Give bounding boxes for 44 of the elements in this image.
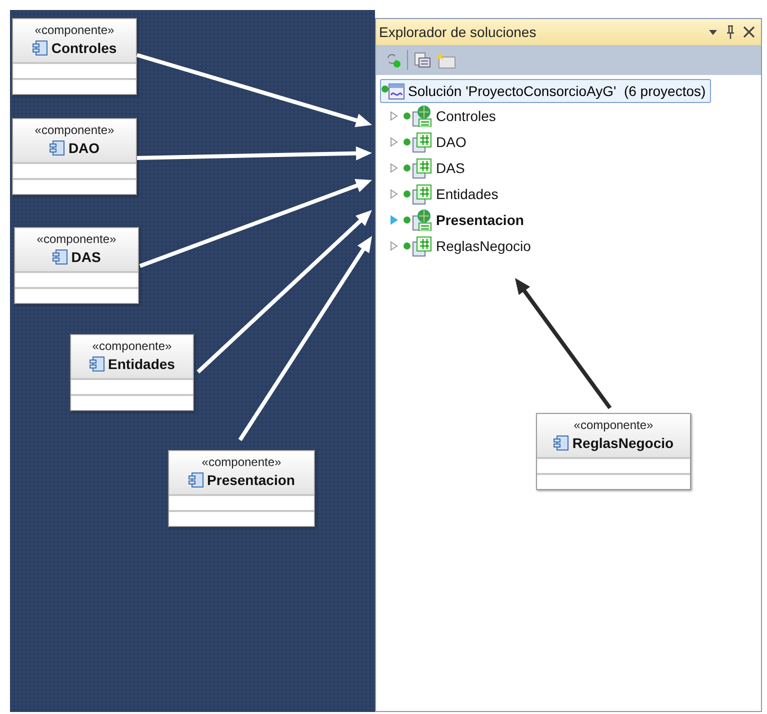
code-project-icon — [403, 183, 433, 205]
expand-icon[interactable] — [390, 241, 398, 251]
stereotype-label: «componente» — [574, 418, 654, 432]
properties-icon[interactable] — [413, 51, 431, 69]
component-name: Entidades — [108, 356, 175, 372]
stereotype-label: «componente» — [34, 123, 114, 137]
component-name: ReglasNegocio — [572, 435, 674, 451]
stereotype-label: «componente» — [36, 232, 116, 246]
panel-title: Explorador de soluciones — [379, 24, 538, 40]
close-icon[interactable] — [743, 26, 755, 38]
expand-icon[interactable] — [390, 111, 398, 121]
component-icon — [89, 356, 106, 372]
code-project-icon — [403, 131, 433, 153]
code-project-icon — [403, 157, 433, 179]
web-project-icon — [403, 105, 433, 127]
component-name: DAO — [68, 140, 100, 156]
stereotype-label: «componente» — [92, 339, 172, 353]
component-icon — [188, 472, 204, 488]
component-icon — [32, 40, 48, 56]
project-node[interactable]: DAS — [380, 155, 465, 181]
project-node[interactable]: Presentacion — [380, 207, 524, 233]
folder-icon[interactable] — [436, 51, 456, 69]
expand-icon[interactable] — [390, 137, 398, 147]
dropdown-icon[interactable] — [708, 28, 718, 36]
pin-icon[interactable] — [726, 25, 735, 39]
component-name: DAS — [71, 249, 101, 265]
component-icon — [553, 435, 570, 451]
solution-icon — [381, 81, 405, 101]
project-node[interactable]: Controles — [380, 103, 496, 129]
solution-node[interactable]: Solución 'ProyectoConsorcioAyG' (6 proyectos) — [380, 79, 711, 103]
expand-icon[interactable] — [390, 189, 398, 199]
project-node[interactable]: Entidades — [380, 181, 498, 207]
project-node[interactable]: DAO — [380, 129, 466, 155]
component-icon — [49, 140, 66, 156]
stereotype-label: «componente» — [202, 455, 282, 469]
component-name: Controles — [51, 40, 117, 56]
stereotype-label: «componente» — [34, 23, 114, 37]
web-project-icon — [403, 209, 433, 231]
expand-icon[interactable] — [390, 215, 398, 225]
component-name: Presentacion — [207, 472, 295, 488]
component-icon — [52, 249, 68, 265]
expand-icon[interactable] — [390, 163, 398, 173]
project-node[interactable]: ReglasNegocio — [380, 233, 531, 259]
code-project-icon — [403, 235, 433, 257]
